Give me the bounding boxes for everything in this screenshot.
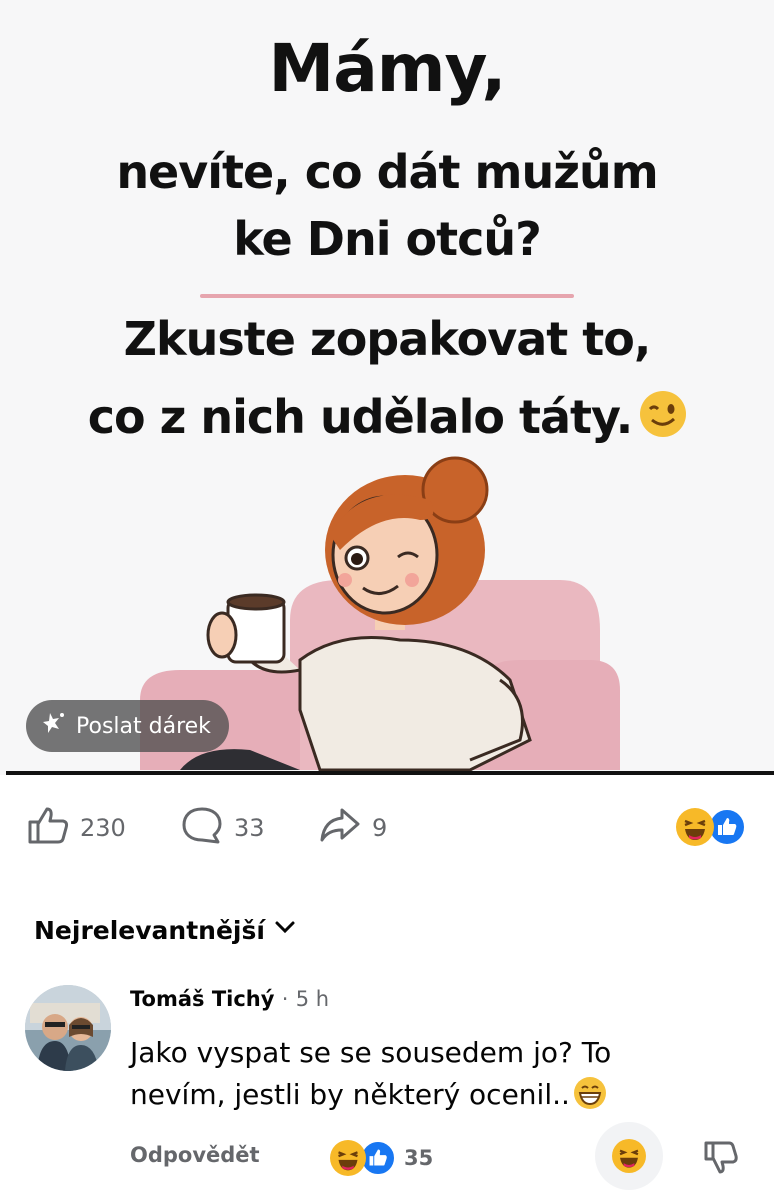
post-actions-bar: 230 33 9: [0, 800, 774, 856]
haha-icon: [612, 1139, 646, 1173]
comment-separator: ·: [281, 987, 289, 1011]
comment-sort-dropdown[interactable]: Nejrelevantnější: [34, 915, 297, 945]
share-arrow-icon: [318, 805, 362, 851]
comment-bubble-icon: [180, 805, 224, 851]
comment-reaction-count: 35: [404, 1146, 434, 1170]
gift-sparkle-icon: [40, 709, 68, 743]
thumbs-down-button[interactable]: [702, 1137, 742, 1181]
meme-line-5-wrap: co z nich udělalo táty.: [0, 390, 774, 444]
comment-action[interactable]: 33: [180, 800, 265, 856]
haha-icon: [676, 808, 714, 846]
grinning-emoji-icon: [573, 1077, 606, 1109]
comment-reaction-summary[interactable]: 35: [330, 1140, 433, 1176]
winking-emoji-icon: [640, 391, 687, 437]
meme-line-4: Zkuste zopakovat to,: [123, 312, 652, 366]
send-gift-label: Poslat dárek: [76, 713, 211, 739]
comment-count: 33: [234, 814, 265, 842]
share-action[interactable]: 9: [318, 800, 387, 856]
haha-icon: [330, 1140, 366, 1176]
meme-line-5: co z nich udělalo táty.: [87, 390, 634, 444]
image-bottom-border: [6, 771, 774, 775]
comment-author[interactable]: Tomáš Tichý: [130, 987, 274, 1011]
comment-text: Jako vyspat se se sousedem jo? To nevím,…: [130, 1036, 612, 1111]
avatar[interactable]: [25, 985, 111, 1071]
sort-label: Nejrelevantnější: [34, 915, 265, 945]
share-count: 9: [372, 814, 388, 842]
like-count: 230: [80, 814, 126, 842]
thumbs-down-icon: [702, 1141, 742, 1181]
react-haha-button[interactable]: [595, 1122, 663, 1190]
meme-line-3: ke Dni otců?: [233, 212, 542, 266]
comment-body: Jako vyspat se se sousedem jo? To nevím,…: [130, 1032, 690, 1116]
chevron-down-icon: [273, 915, 297, 945]
comment-author-line: Tomáš Tichý · 5 h: [130, 987, 329, 1011]
post-image[interactable]: Mámy, nevíte, co dát mužům ke Dni otců? …: [0, 0, 774, 775]
meme-line-1: Mámy,: [268, 30, 507, 107]
like-action[interactable]: 230: [26, 800, 126, 856]
reply-button[interactable]: Odpovědět: [130, 1143, 260, 1167]
like-thumb-icon: [26, 805, 70, 851]
divider-line: [200, 294, 574, 298]
post-reaction-summary[interactable]: [676, 808, 746, 846]
meme-line-2: nevíte, co dát mužům: [116, 145, 658, 199]
send-gift-button[interactable]: Poslat dárek: [26, 700, 229, 752]
comment-timestamp[interactable]: 5 h: [296, 987, 329, 1011]
